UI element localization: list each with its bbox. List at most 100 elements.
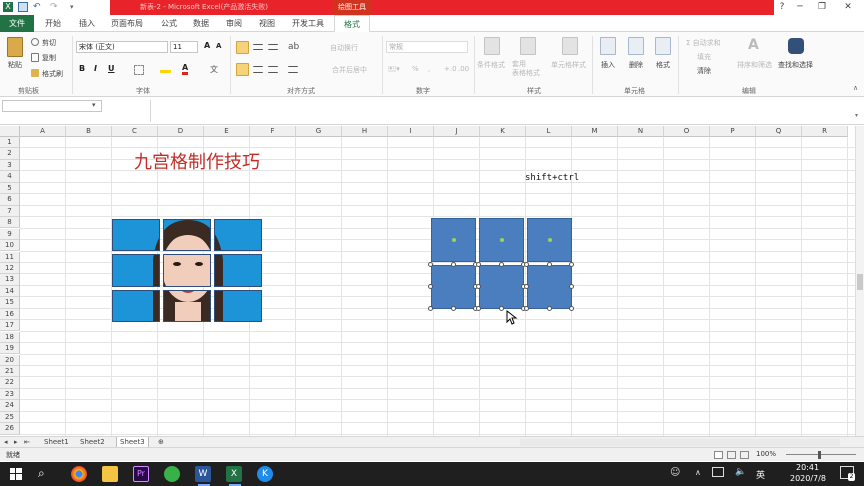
row-header[interactable]: 8 [0, 217, 20, 229]
resize-handle[interactable] [524, 262, 529, 267]
row-header[interactable]: 15 [0, 297, 20, 309]
grow-font-button[interactable]: A [204, 41, 210, 50]
minimize-button[interactable]: ─ [788, 0, 812, 15]
worksheet-grid[interactable]: ABCDEFGHIJKLMNOPQR 1 2 3 4 5 6 7 8 9 10 11 12 13 14 15… [0, 126, 855, 436]
photo-piece[interactable] [214, 289, 262, 322]
network-icon[interactable] [712, 467, 724, 477]
paste-icon[interactable] [7, 37, 23, 57]
row-header[interactable]: 25 [0, 411, 20, 424]
row-header[interactable]: 11 [0, 251, 20, 263]
photo-piece[interactable] [214, 254, 262, 287]
normal-view-icon[interactable] [714, 451, 723, 459]
select-all-corner[interactable] [0, 126, 20, 137]
tab-formulas[interactable]: 公式 [154, 15, 184, 32]
cut-button[interactable]: 剪切 [42, 38, 56, 48]
conditional-format-icon[interactable] [484, 37, 500, 55]
shrink-font-button[interactable]: A [216, 42, 221, 50]
zoom-slider-thumb[interactable] [818, 451, 821, 459]
column-header[interactable]: F [250, 126, 296, 137]
copy-button[interactable]: 复制 [42, 53, 56, 63]
sort-filter-icon[interactable]: A [748, 37, 764, 55]
photo-piece[interactable] [112, 254, 160, 287]
page-layout-view-icon[interactable] [727, 451, 736, 459]
ime-indicator[interactable]: 英 [756, 468, 765, 481]
rotation-handle[interactable] [547, 238, 552, 242]
underline-button[interactable]: U [108, 64, 115, 73]
tab-home[interactable]: 开始 [38, 15, 68, 32]
photo-piece[interactable] [163, 254, 211, 287]
close-button[interactable]: ✕ [836, 0, 860, 15]
column-header[interactable]: H [342, 126, 388, 137]
save-icon[interactable] [18, 2, 28, 12]
row-header[interactable]: 17 [0, 320, 20, 332]
clock-time[interactable]: 20:41 [796, 463, 819, 472]
column-header[interactable]: J [434, 126, 480, 137]
photo-piece[interactable] [112, 219, 160, 252]
resize-handle[interactable] [476, 284, 481, 289]
border-icon[interactable] [134, 65, 144, 75]
photo-piece[interactable] [112, 289, 160, 322]
indent-icon[interactable] [288, 66, 298, 73]
format-cells-button[interactable]: 格式 [656, 60, 670, 70]
resize-handle[interactable] [450, 306, 456, 311]
blue-rectangle-shape[interactable] [431, 265, 476, 309]
photo-piece[interactable] [214, 219, 262, 252]
row-header[interactable]: 6 [0, 194, 20, 206]
phonetic-icon[interactable]: 文 [210, 64, 222, 74]
percent-button[interactable]: % [412, 65, 419, 73]
rotation-handle[interactable] [451, 238, 456, 242]
font-name-select[interactable]: 宋体 (正文) [76, 41, 168, 53]
delete-cells-button[interactable]: 删除 [629, 60, 643, 70]
resize-handle[interactable] [546, 262, 552, 267]
row-header[interactable]: 21 [0, 366, 20, 378]
comma-button[interactable]: , [428, 65, 430, 73]
photo-piece[interactable] [163, 219, 211, 252]
blue-rectangle-shape[interactable] [527, 265, 572, 309]
resize-handle[interactable] [569, 262, 574, 267]
column-header[interactable]: O [664, 126, 710, 137]
expand-formula-icon[interactable]: ▾ [855, 112, 858, 119]
resize-handle[interactable] [428, 262, 433, 267]
paste-button[interactable]: 粘贴 [8, 60, 22, 70]
resize-handle[interactable] [498, 306, 504, 311]
column-header[interactable]: A [20, 126, 66, 137]
tab-format[interactable]: 格式 [334, 15, 370, 32]
column-header[interactable]: N [618, 126, 664, 137]
column-header[interactable]: Q [756, 126, 802, 137]
resize-handle[interactable] [524, 284, 529, 289]
premiere-icon[interactable]: Pr [133, 466, 149, 482]
align-top-icon[interactable] [236, 41, 249, 54]
column-header[interactable]: G [296, 126, 342, 137]
cell-style-icon[interactable] [562, 37, 578, 55]
tab-insert[interactable]: 插入 [72, 15, 102, 32]
rotation-handle[interactable] [499, 238, 504, 242]
column-header[interactable]: D [158, 126, 204, 137]
autosum-button[interactable]: Σ 自动求和 [686, 38, 721, 48]
tab-data[interactable]: 数据 [186, 15, 216, 32]
row-header[interactable]: 23 [0, 388, 20, 401]
resize-handle[interactable] [476, 306, 481, 311]
decimal-decrease-icon[interactable]: .00 [458, 65, 469, 73]
resize-handle[interactable] [546, 306, 552, 311]
column-header[interactable]: I [388, 126, 434, 137]
sort-filter-button[interactable]: 排序和筛选 [737, 60, 772, 70]
name-box-dropdown-icon[interactable]: ▾ [92, 101, 96, 109]
number-format-select[interactable]: 常规 [386, 41, 468, 53]
resize-handle[interactable] [428, 284, 433, 289]
tab-page-layout[interactable]: 页面布局 [104, 15, 150, 32]
align-right-icon[interactable] [268, 66, 278, 73]
kugou-icon[interactable]: K [257, 466, 273, 482]
decimal-increase-icon[interactable]: +.0 [444, 65, 457, 73]
row-header[interactable]: 7 [0, 205, 20, 217]
row-header[interactable]: 14 [0, 285, 20, 298]
column-header[interactable]: R [802, 126, 848, 137]
row-header[interactable]: 18 [0, 331, 20, 343]
currency-icon[interactable]: 🖭▾ [388, 65, 400, 76]
format-cells-icon[interactable] [655, 37, 671, 55]
row-header[interactable]: 2 [0, 148, 20, 160]
align-center-icon[interactable] [253, 66, 263, 73]
column-header[interactable]: M [572, 126, 618, 137]
row-header[interactable]: 19 [0, 343, 20, 355]
file-explorer-icon[interactable] [102, 466, 118, 482]
wechat-icon[interactable] [164, 466, 180, 482]
